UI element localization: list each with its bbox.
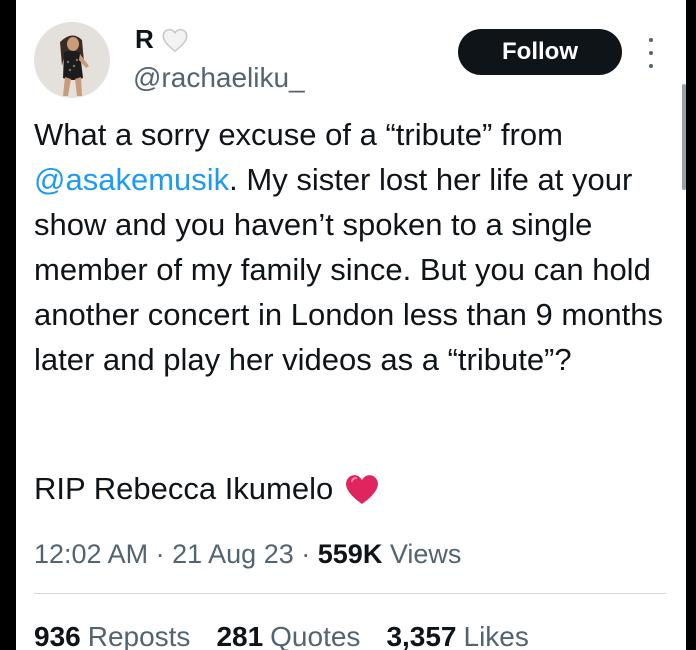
tweet-text-part-1: What a sorry excuse of a “tribute” from xyxy=(34,117,572,152)
tweet-meta: 12:02 AM · 21 Aug 23 · 559K Views xyxy=(34,534,461,574)
reposts-stat[interactable]: 936 Reposts xyxy=(34,617,190,650)
meta-separator: · xyxy=(155,539,165,569)
white-heart-icon xyxy=(162,28,188,52)
views-count: 559K xyxy=(317,539,383,569)
author-handle[interactable]: @rachaeliku_ xyxy=(133,62,305,94)
reposts-label: Reposts xyxy=(87,621,191,650)
scrollbar-thumb[interactable] xyxy=(682,84,686,190)
tweet-time[interactable]: 12:02 AM xyxy=(34,539,148,569)
rip-line: RIP Rebecca Ikumelo xyxy=(34,466,381,511)
red-heart-icon xyxy=(346,474,379,504)
likes-stat[interactable]: 3,357 Likes xyxy=(386,617,528,650)
tweet-date[interactable]: 21 Aug 23 xyxy=(172,539,294,569)
reposts-count: 936 xyxy=(34,621,81,650)
tweet-text: What a sorry excuse of a “tribute” from … xyxy=(34,112,664,382)
rip-text: RIP Rebecca Ikumelo xyxy=(34,471,334,506)
more-vertical-icon[interactable] xyxy=(642,38,660,68)
quotes-label: Quotes xyxy=(270,621,361,650)
likes-count: 3,357 xyxy=(386,621,457,650)
author-display-name[interactable]: R xyxy=(135,24,154,55)
tweet-card: R @rachaeliku_ Follow What a sorry excus… xyxy=(16,0,686,650)
mention-link[interactable]: @asakemusik xyxy=(34,162,229,197)
views-label: Views xyxy=(389,539,462,569)
meta-separator: · xyxy=(301,539,311,569)
quotes-count: 281 xyxy=(216,621,264,650)
author-name-row[interactable]: R xyxy=(135,24,190,55)
quotes-stat[interactable]: 281 Quotes xyxy=(216,617,360,650)
profile-photo xyxy=(34,22,110,98)
avatar[interactable] xyxy=(34,22,110,98)
likes-label: Likes xyxy=(463,621,529,650)
engagement-stats: 936 Reposts 281 Quotes 3,357 Likes xyxy=(34,617,555,650)
divider xyxy=(34,593,666,594)
follow-button[interactable]: Follow xyxy=(458,29,622,75)
